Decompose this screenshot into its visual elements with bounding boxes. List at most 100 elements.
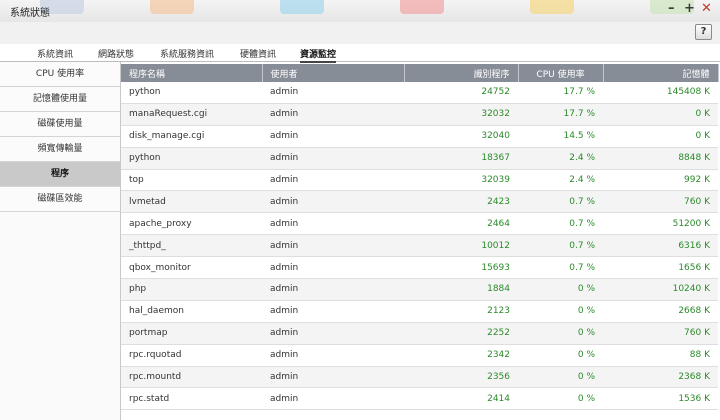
cpu-usage-cell: 17.7 % bbox=[518, 82, 603, 104]
help-icon[interactable]: ? bbox=[695, 24, 712, 40]
pid-cell: 2342 bbox=[404, 344, 518, 367]
cpu-usage-cell: 0 % bbox=[518, 344, 603, 367]
table-row[interactable]: apache_proxy admin 2464 0.7 % 51200 K bbox=[121, 212, 718, 236]
tab-resource-monitor[interactable]: 資源監控 bbox=[300, 47, 337, 63]
pid-cell: 10012 bbox=[404, 234, 518, 258]
user-cell: admin bbox=[262, 212, 404, 236]
process-name-cell: php bbox=[121, 278, 262, 301]
process-name-cell: top bbox=[121, 169, 262, 192]
table-row[interactable]: portmap admin 2252 0 % 760 K bbox=[121, 322, 718, 345]
cpu-usage-cell: 2.4 % bbox=[518, 147, 603, 170]
table-row[interactable]: disk_manage.cgi admin 32040 14.5 % 0 K bbox=[121, 125, 718, 148]
memory-cell: 992 K bbox=[603, 169, 718, 192]
pid-cell: 24752 bbox=[404, 82, 518, 104]
user-cell: admin bbox=[262, 387, 404, 411]
user-cell: admin bbox=[262, 256, 404, 280]
cpu-usage-cell: 0 % bbox=[518, 322, 603, 345]
close-icon[interactable]: ✕ bbox=[701, 2, 712, 16]
table-row[interactable]: top admin 32039 2.4 % 992 K bbox=[121, 169, 718, 192]
column-header-cpu-usage[interactable]: CPU 使用率 bbox=[518, 64, 604, 82]
toolbar bbox=[0, 22, 720, 45]
pid-cell: 2356 bbox=[404, 366, 518, 389]
sidebar: CPU 使用率 記憶體使用量 磁碟使用量 頻寬傳輸量 程序 磁碟區效能 bbox=[0, 62, 121, 420]
user-cell: admin bbox=[262, 344, 404, 367]
table-row[interactable]: hal_daemon admin 2123 0 % 2668 K bbox=[121, 300, 718, 323]
minimize-icon[interactable]: – bbox=[668, 2, 675, 16]
table-row[interactable]: _thttpd_ admin 10012 0.7 % 6316 K bbox=[121, 234, 718, 258]
maximize-icon[interactable]: + bbox=[684, 2, 695, 16]
table-row[interactable]: qbox_monitor admin 15693 0.7 % 1656 K bbox=[121, 256, 718, 280]
process-name-cell: _thttpd_ bbox=[121, 234, 262, 258]
memory-cell: 1536 K bbox=[603, 387, 718, 411]
process-table-container: 程序名稱 使用者 識別程序 CPU 使用率 記憶體 python admin 247… bbox=[121, 64, 719, 411]
user-cell: admin bbox=[262, 300, 404, 323]
cpu-usage-cell: 0 % bbox=[518, 300, 603, 323]
user-cell: admin bbox=[262, 366, 404, 389]
process-table: 程序名稱 使用者 識別程序 CPU 使用率 記憶體 python admin 247… bbox=[121, 64, 719, 411]
user-cell: admin bbox=[262, 234, 404, 258]
process-name-cell: lvmetad bbox=[121, 190, 262, 214]
table-row[interactable]: python admin 18367 2.4 % 8848 K bbox=[121, 147, 718, 170]
cpu-usage-cell: 0.7 % bbox=[518, 190, 603, 214]
cpu-usage-cell: 0 % bbox=[518, 366, 603, 389]
table-body: python admin 24752 17.7 % 145408 KmanaReques… bbox=[121, 82, 718, 411]
column-header-memory[interactable]: 記憶體 bbox=[603, 64, 719, 82]
tab-network-status[interactable]: 網路狀態 bbox=[98, 47, 134, 60]
pid-cell: 18367 bbox=[404, 147, 518, 170]
sidebar-item-bandwidth[interactable]: 頻寬傳輸量 bbox=[0, 137, 120, 162]
column-header-user[interactable]: 使用者 bbox=[262, 64, 405, 82]
table-header-row: 程序名稱 使用者 識別程序 CPU 使用率 記憶體 bbox=[121, 64, 719, 82]
sidebar-item-processes[interactable]: 程序 bbox=[0, 162, 120, 187]
pid-cell: 2464 bbox=[404, 212, 518, 236]
table-row[interactable]: python admin 24752 17.7 % 145408 K bbox=[121, 82, 718, 104]
table-row[interactable]: rpc.rquotad admin 2342 0 % 88 K bbox=[121, 344, 718, 367]
process-name-cell: manaRequest.cgi bbox=[121, 103, 262, 126]
memory-cell: 88 K bbox=[603, 344, 718, 367]
column-header-pid[interactable]: 識別程序 bbox=[404, 64, 519, 82]
column-header-process-name[interactable]: 程序名稱 bbox=[121, 64, 263, 82]
memory-cell: 8848 K bbox=[603, 147, 718, 170]
pid-cell: 15693 bbox=[404, 256, 518, 280]
table-row[interactable]: rpc.mountd admin 2356 0 % 2368 K bbox=[121, 366, 718, 389]
table-row[interactable]: manaRequest.cgi admin 32032 17.7 % 0 K bbox=[121, 103, 718, 126]
sidebar-item-volume-performance[interactable]: 磁碟區效能 bbox=[0, 187, 120, 212]
memory-cell: 1656 K bbox=[603, 256, 718, 280]
user-cell: admin bbox=[262, 322, 404, 345]
user-cell: admin bbox=[262, 190, 404, 214]
cpu-usage-cell: 0.7 % bbox=[518, 256, 603, 280]
process-name-cell: python bbox=[121, 82, 262, 104]
pid-cell: 2414 bbox=[404, 387, 518, 411]
tab-system-services[interactable]: 系統服務資訊 bbox=[160, 47, 214, 60]
memory-cell: 760 K bbox=[603, 190, 718, 214]
process-name-cell: apache_proxy bbox=[121, 212, 262, 236]
user-cell: admin bbox=[262, 82, 404, 104]
table-row[interactable]: lvmetad admin 2423 0.7 % 760 K bbox=[121, 190, 718, 214]
user-cell: admin bbox=[262, 125, 404, 148]
sidebar-item-memory-usage[interactable]: 記憶體使用量 bbox=[0, 87, 120, 112]
tab-hardware-info[interactable]: 硬體資訊 bbox=[240, 47, 276, 60]
pid-cell: 32039 bbox=[404, 169, 518, 192]
memory-cell: 0 K bbox=[603, 103, 718, 126]
pid-cell: 2123 bbox=[404, 300, 518, 323]
table-row[interactable]: php admin 1884 0 % 10240 K bbox=[121, 278, 718, 301]
process-name-cell: hal_daemon bbox=[121, 300, 262, 323]
tab-system-info[interactable]: 系統資訊 bbox=[37, 47, 73, 60]
sidebar-item-disk-usage[interactable]: 磁碟使用量 bbox=[0, 112, 120, 137]
memory-cell: 10240 K bbox=[603, 278, 718, 301]
user-cell: admin bbox=[262, 103, 404, 126]
cpu-usage-cell: 14.5 % bbox=[518, 125, 603, 148]
process-name-cell: rpc.mountd bbox=[121, 366, 262, 389]
cpu-usage-cell: 2.4 % bbox=[518, 169, 603, 192]
process-name-cell: disk_manage.cgi bbox=[121, 125, 262, 148]
cpu-usage-cell: 0.7 % bbox=[518, 234, 603, 258]
process-name-cell: portmap bbox=[121, 322, 262, 345]
memory-cell: 6316 K bbox=[603, 234, 718, 258]
memory-cell: 0 K bbox=[603, 125, 718, 148]
sidebar-item-cpu-usage[interactable]: CPU 使用率 bbox=[0, 62, 120, 87]
pid-cell: 32040 bbox=[404, 125, 518, 148]
user-cell: admin bbox=[262, 147, 404, 170]
process-name-cell: rpc.statd bbox=[121, 387, 262, 411]
table-row[interactable]: rpc.statd admin 2414 0 % 1536 K bbox=[121, 387, 718, 411]
process-name-cell: qbox_monitor bbox=[121, 256, 262, 280]
cpu-usage-cell: 0 % bbox=[518, 387, 603, 411]
